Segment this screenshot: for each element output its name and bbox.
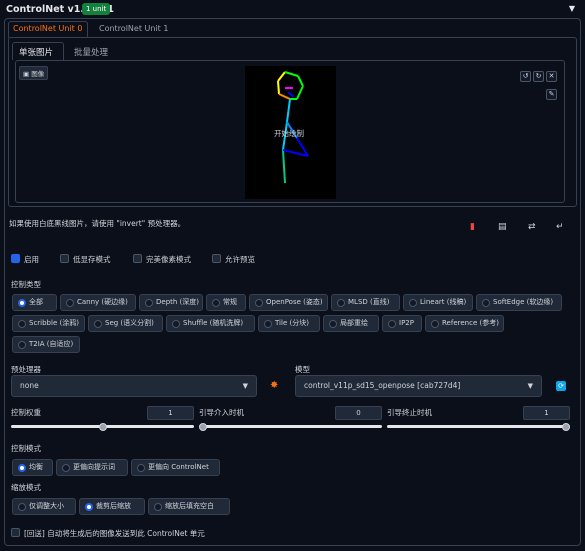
allow-preview-label: 允许预览: [225, 255, 255, 264]
control-mode-prompt[interactable]: 更偏向提示词: [56, 459, 128, 476]
control-type-inpaint[interactable]: 局部重绘: [323, 315, 379, 332]
lowvram-checkbox[interactable]: [60, 254, 69, 263]
pixel-perfect-checkbox[interactable]: [133, 254, 142, 263]
control-type-softedge[interactable]: SoftEdge (软边缘): [476, 294, 562, 311]
loopback-label: [回送] 自动将生成后的图像发送到此 ControlNet 单元: [24, 529, 205, 538]
control-mode-label: 控制模式: [11, 444, 41, 453]
control-type-reference[interactable]: Reference (参考): [425, 315, 504, 332]
pixel-perfect-label: 完美像素模式: [146, 255, 191, 264]
resize-mode-fill[interactable]: 缩放后填充空白: [148, 498, 230, 515]
image-icon: ▣: [23, 70, 30, 78]
control-type-ip2p[interactable]: IP2P: [382, 315, 422, 332]
resize-mode-just-resize[interactable]: 仅调整大小: [12, 498, 76, 515]
lowvram-label: 低显存模式: [73, 255, 111, 264]
control-mode-controlnet[interactable]: 更偏向 ControlNet: [131, 459, 220, 476]
guidance-end-input[interactable]: 1: [523, 406, 570, 420]
control-type-scribble[interactable]: Scribble (涂鸦): [12, 315, 85, 332]
undo-icon[interactable]: ↺: [520, 71, 531, 82]
control-type-mlsd[interactable]: MLSD (直线): [331, 294, 400, 311]
control-type-lineart[interactable]: Lineart (线稿): [403, 294, 473, 311]
control-type-all[interactable]: 全部: [12, 294, 57, 311]
tab-unit-1[interactable]: ControlNet Unit 1: [99, 24, 168, 33]
brush-icon[interactable]: ✎: [546, 89, 557, 100]
tab-unit-0[interactable]: ControlNet Unit 0: [13, 24, 82, 33]
control-type-seg[interactable]: Seg (语义分割): [88, 315, 163, 332]
control-weight-handle[interactable]: [98, 423, 107, 431]
control-type-tile[interactable]: Tile (分块): [258, 315, 320, 332]
control-weight-input[interactable]: 1: [147, 406, 194, 420]
new-canvas-icon[interactable]: ▮: [470, 222, 475, 232]
control-weight-label: 控制权重: [11, 408, 41, 417]
triangle-down-icon[interactable]: ▼: [569, 4, 575, 13]
unit-count-badge: 1 unit: [82, 3, 111, 15]
guidance-start-handle[interactable]: [199, 423, 207, 431]
camera-icon[interactable]: ▤: [498, 222, 507, 232]
preprocessor-select[interactable]: none ▼: [11, 375, 257, 397]
control-type-openpose[interactable]: OpenPose (姿态): [249, 294, 328, 311]
resize-mode-crop-resize[interactable]: 裁剪后缩放: [79, 498, 145, 515]
run-preprocessor-icon[interactable]: ✸: [270, 380, 278, 391]
control-type-shuffle[interactable]: Shuffle (随机洗牌): [166, 315, 255, 332]
guidance-start-label: 引导介入时机: [199, 408, 244, 417]
control-type-t2ia[interactable]: T2IA (自适应): [12, 336, 80, 353]
guidance-end-slider[interactable]: [387, 425, 570, 428]
guidance-start-slider[interactable]: [199, 425, 382, 428]
chevron-down-icon: ▼: [242, 382, 248, 390]
resize-mode-label: 缩放模式: [11, 483, 41, 492]
control-type-canny[interactable]: Canny (硬边缘): [60, 294, 136, 311]
allow-preview-checkbox[interactable]: [212, 254, 221, 263]
model-label: 模型: [295, 365, 310, 374]
control-type-label: 控制类型: [11, 280, 41, 289]
enable-label: 启用: [24, 255, 39, 264]
tab-batch[interactable]: 批量处理: [74, 46, 108, 58]
swap-icon[interactable]: ⇄: [528, 222, 536, 232]
redo-icon[interactable]: ↻: [533, 71, 544, 82]
guidance-end-handle[interactable]: [562, 423, 570, 431]
send-dimensions-icon[interactable]: ↵: [556, 222, 564, 232]
chevron-down-icon: ▼: [527, 382, 533, 390]
control-type-depth[interactable]: Depth (深度): [139, 294, 203, 311]
loopback-checkbox[interactable]: [11, 528, 20, 537]
invert-hint: 如果使用白底黑线图片，请使用 "invert" 预处理器。: [9, 219, 186, 228]
enable-checkbox[interactable]: [11, 254, 20, 263]
model-select[interactable]: control_v11p_sd15_openpose [cab727d4] ▼: [295, 375, 542, 397]
control-type-normal[interactable]: 常规: [206, 294, 246, 311]
preprocessor-label: 预处理器: [11, 365, 41, 374]
tab-single-image[interactable]: 单张图片: [19, 46, 53, 58]
close-icon[interactable]: ✕: [546, 71, 557, 82]
control-mode-balanced[interactable]: 均衡: [12, 459, 53, 476]
canvas-overlay-text: 开始绘制: [274, 129, 304, 138]
guidance-end-label: 引导终止时机: [387, 408, 432, 417]
refresh-icon[interactable]: ⟳: [556, 381, 566, 391]
guidance-start-input[interactable]: 0: [335, 406, 382, 420]
image-label: ▣ 图像: [19, 66, 49, 80]
